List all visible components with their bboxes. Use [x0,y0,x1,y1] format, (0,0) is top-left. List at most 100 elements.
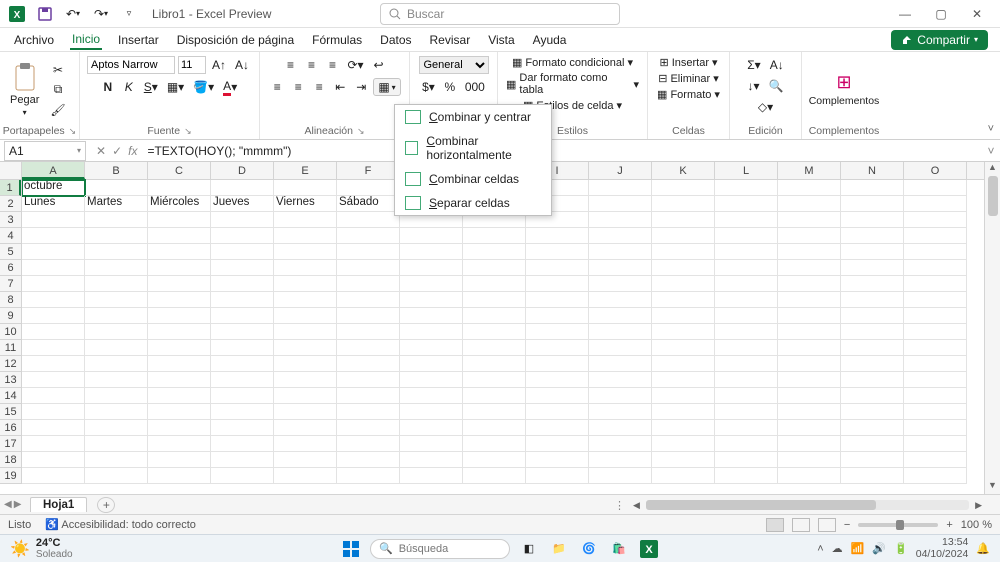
cell-F8[interactable] [337,292,400,308]
cell-N15[interactable] [841,404,904,420]
cell-F6[interactable] [337,260,400,276]
cell-K6[interactable] [652,260,715,276]
menu-ayuda[interactable]: Ayuda [531,31,569,49]
cell-I16[interactable] [526,420,589,436]
cell-J10[interactable] [589,324,652,340]
align-bottom-button[interactable]: ≡ [323,56,341,74]
cell-A18[interactable] [22,452,85,468]
cell-G19[interactable] [400,468,463,484]
cell-C16[interactable] [148,420,211,436]
cell-M19[interactable] [778,468,841,484]
cell-A5[interactable] [22,244,85,260]
cell-F2[interactable]: Sábado [337,196,400,212]
menu-inicio[interactable]: Inicio [70,30,102,50]
cell-F18[interactable] [337,452,400,468]
taskbar-search[interactable]: 🔍 Búsqueda [370,539,510,559]
copy-button[interactable]: ⧉ [47,81,68,99]
column-header-K[interactable]: K [652,162,715,179]
cell-D14[interactable] [211,388,274,404]
cell-A8[interactable] [22,292,85,308]
row-header-15[interactable]: 15 [0,404,21,420]
cell-N10[interactable] [841,324,904,340]
row-header-16[interactable]: 16 [0,420,21,436]
menu-formulas[interactable]: Fórmulas [310,31,364,49]
cell-L13[interactable] [715,372,778,388]
cell-B16[interactable] [85,420,148,436]
enter-formula-button[interactable]: ✓ [112,144,122,158]
cell-E15[interactable] [274,404,337,420]
search-box[interactable]: Buscar [380,3,620,25]
tab-scroll-right[interactable]: ▶ [14,499,22,510]
cell-J14[interactable] [589,388,652,404]
row-header-8[interactable]: 8 [0,292,21,308]
cell-H10[interactable] [463,324,526,340]
number-format-select[interactable]: General [419,56,489,74]
formula-input[interactable]: =TEXTO(HOY(); "mmmm") [143,144,982,158]
cell-M2[interactable] [778,196,841,212]
column-header-B[interactable]: B [85,162,148,179]
tray-wifi-icon[interactable]: 📶 [851,542,865,555]
cell-B18[interactable] [85,452,148,468]
align-center-button[interactable]: ≡ [289,78,307,96]
cell-I19[interactable] [526,468,589,484]
font-size-input[interactable] [178,56,206,74]
collapse-ribbon-button[interactable]: ˅ [988,123,994,135]
cell-I15[interactable] [526,404,589,420]
taskbar-clock[interactable]: 13:5404/10/2024 [916,537,969,560]
cell-B10[interactable] [85,324,148,340]
accounting-format-button[interactable]: $▾ [419,78,438,96]
cell-N2[interactable] [841,196,904,212]
cell-F14[interactable] [337,388,400,404]
align-middle-button[interactable]: ≡ [302,56,320,74]
cell-C17[interactable] [148,436,211,452]
cell-H8[interactable] [463,292,526,308]
cell-B4[interactable] [85,228,148,244]
cell-K12[interactable] [652,356,715,372]
cell-D2[interactable]: Jueves [211,196,274,212]
cell-O1[interactable] [904,180,967,196]
cell-M1[interactable] [778,180,841,196]
cell-N12[interactable] [841,356,904,372]
cell-O16[interactable] [904,420,967,436]
cell-B19[interactable] [85,468,148,484]
column-header-N[interactable]: N [841,162,904,179]
cell-C4[interactable] [148,228,211,244]
cell-N17[interactable] [841,436,904,452]
cell-C6[interactable] [148,260,211,276]
cell-F12[interactable] [337,356,400,372]
cell-N7[interactable] [841,276,904,292]
cell-D1[interactable] [211,180,274,196]
cell-J9[interactable] [589,308,652,324]
increase-font-button[interactable]: A↑ [209,56,229,74]
italic-button[interactable]: K [120,78,138,96]
cell-L5[interactable] [715,244,778,260]
cell-A3[interactable] [22,212,85,228]
cell-B13[interactable] [85,372,148,388]
cell-I13[interactable] [526,372,589,388]
cell-E14[interactable] [274,388,337,404]
cell-K10[interactable] [652,324,715,340]
cell-D16[interactable] [211,420,274,436]
format-as-table-button[interactable]: ▦ Dar formato como tabla ▾ [506,72,639,96]
start-button[interactable] [340,538,362,560]
undo-button[interactable]: ↶ ▾ [62,3,84,25]
cell-D17[interactable] [211,436,274,452]
cell-B5[interactable] [85,244,148,260]
cell-M5[interactable] [778,244,841,260]
cell-E1[interactable] [274,180,337,196]
cell-N5[interactable] [841,244,904,260]
row-header-5[interactable]: 5 [0,244,21,260]
merge-and-center-option[interactable]: Combinar y centrar [395,105,551,129]
cell-K9[interactable] [652,308,715,324]
cell-C15[interactable] [148,404,211,420]
cell-I9[interactable] [526,308,589,324]
column-header-M[interactable]: M [778,162,841,179]
merge-center-button[interactable]: ▦▾ [373,78,400,96]
horizontal-scroll-thumb[interactable] [646,500,876,510]
cell-B9[interactable] [85,308,148,324]
cell-E10[interactable] [274,324,337,340]
cell-C18[interactable] [148,452,211,468]
cell-G17[interactable] [400,436,463,452]
cell-A11[interactable] [22,340,85,356]
cell-G12[interactable] [400,356,463,372]
